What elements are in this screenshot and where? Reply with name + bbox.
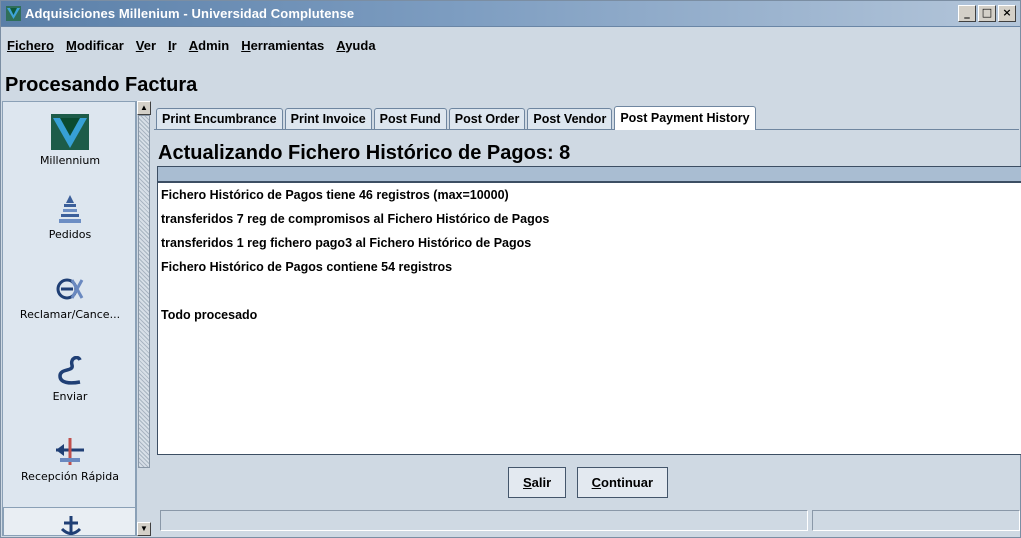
enviar-icon [58, 356, 82, 385]
scroll-down-icon[interactable]: ▼ [137, 522, 151, 536]
sidebar-item-pedidos[interactable]: Pedidos [3, 194, 135, 241]
sidebar-item-reclamar[interactable]: Reclamar/Cance... [3, 274, 135, 321]
sidebar: Millennium Pedidos Reclamar/Cance... Env… [2, 101, 136, 536]
progress-fill [158, 167, 1021, 181]
sidebar-item-partial[interactable] [3, 507, 135, 535]
tab-post-order[interactable]: Post Order [448, 108, 526, 130]
log-line: Todo procesado [161, 308, 258, 322]
sidebar-item-recepcion[interactable]: Recepción Rápida [3, 436, 135, 483]
status-bar [154, 508, 1021, 534]
sidebar-item-enviar[interactable]: Enviar [3, 356, 135, 403]
menu-bar: Fichero Modificar Ver Ir Admin Herramien… [1, 38, 384, 62]
window-title: Adquisiciones Millenium - Universidad Co… [25, 6, 355, 21]
menu-fichero[interactable]: Fichero [1, 38, 62, 62]
tab-post-payment-history[interactable]: Post Payment History [614, 106, 756, 130]
status-field-main [160, 510, 808, 531]
salir-button[interactable]: Salir [507, 467, 567, 498]
sidebar-item-millennium[interactable]: Millennium [3, 114, 135, 167]
title-bar[interactable]: Adquisiciones Millenium - Universidad Co… [1, 1, 1020, 27]
menu-herramientas[interactable]: Herramientas [237, 38, 332, 62]
sidebar-item-label: Reclamar/Cance... [19, 308, 121, 321]
log-line: transferidos 1 reg fichero pago3 al Fich… [161, 236, 532, 250]
menu-ver[interactable]: Ver [132, 38, 164, 62]
progress-bar [157, 166, 1021, 182]
scroll-thumb[interactable] [138, 115, 150, 468]
menu-ir[interactable]: Ir [164, 38, 185, 62]
minimize-button[interactable]: _ [958, 5, 976, 22]
tab-print-invoice[interactable]: Print Invoice [284, 108, 372, 130]
tab-bar: Print Encumbrance Print Invoice Post Fun… [156, 106, 758, 130]
menu-ayuda[interactable]: Ayuda [332, 38, 383, 62]
window-controls: _ □ × [958, 5, 1016, 22]
panel-title: Actualizando Fichero Histórico de Pagos:… [158, 142, 571, 164]
reclamar-icon [56, 278, 84, 300]
recepcion-icon [56, 438, 84, 465]
pedidos-icon [59, 195, 81, 223]
sidebar-item-label: Enviar [52, 390, 88, 403]
log-line: transferidos 7 reg de compromisos al Fic… [161, 212, 550, 226]
tab-post-vendor[interactable]: Post Vendor [527, 108, 613, 130]
maximize-button[interactable]: □ [978, 5, 996, 22]
anchor-icon [60, 516, 81, 535]
millennium-logo-icon [51, 114, 89, 150]
sidebar-scrollbar[interactable]: ▲ ▼ [136, 101, 151, 536]
tab-print-encumbrance[interactable]: Print Encumbrance [156, 108, 283, 130]
scroll-up-icon[interactable]: ▲ [137, 101, 151, 115]
menu-modificar[interactable]: Modificar [62, 38, 132, 62]
sidebar-item-label: Pedidos [48, 228, 92, 241]
close-button[interactable]: × [998, 5, 1016, 22]
main-panel: Actualizando Fichero Histórico de Pagos:… [154, 129, 1021, 536]
continuar-button[interactable]: Continuar [576, 467, 669, 498]
log-line: Fichero Histórico de Pagos contiene 54 r… [161, 260, 453, 274]
button-row: Salir Continuar [154, 467, 1021, 499]
log-line: Fichero Histórico de Pagos tiene 46 regi… [161, 188, 509, 202]
tab-post-fund[interactable]: Post Fund [373, 108, 447, 130]
menu-admin[interactable]: Admin [185, 38, 237, 62]
app-window: Adquisiciones Millenium - Universidad Co… [0, 0, 1021, 538]
page-title: Procesando Factura [5, 74, 198, 96]
millennium-logo-icon [6, 6, 21, 21]
continuar-button-label: Continuar [591, 475, 654, 490]
sidebar-item-label: Recepción Rápida [21, 470, 119, 483]
status-field-secondary [812, 510, 1020, 531]
salir-button-label: Salir [522, 475, 552, 490]
log-area[interactable]: Fichero Histórico de Pagos tiene 46 regi… [157, 182, 1021, 455]
sidebar-item-label: Millennium [39, 154, 101, 167]
